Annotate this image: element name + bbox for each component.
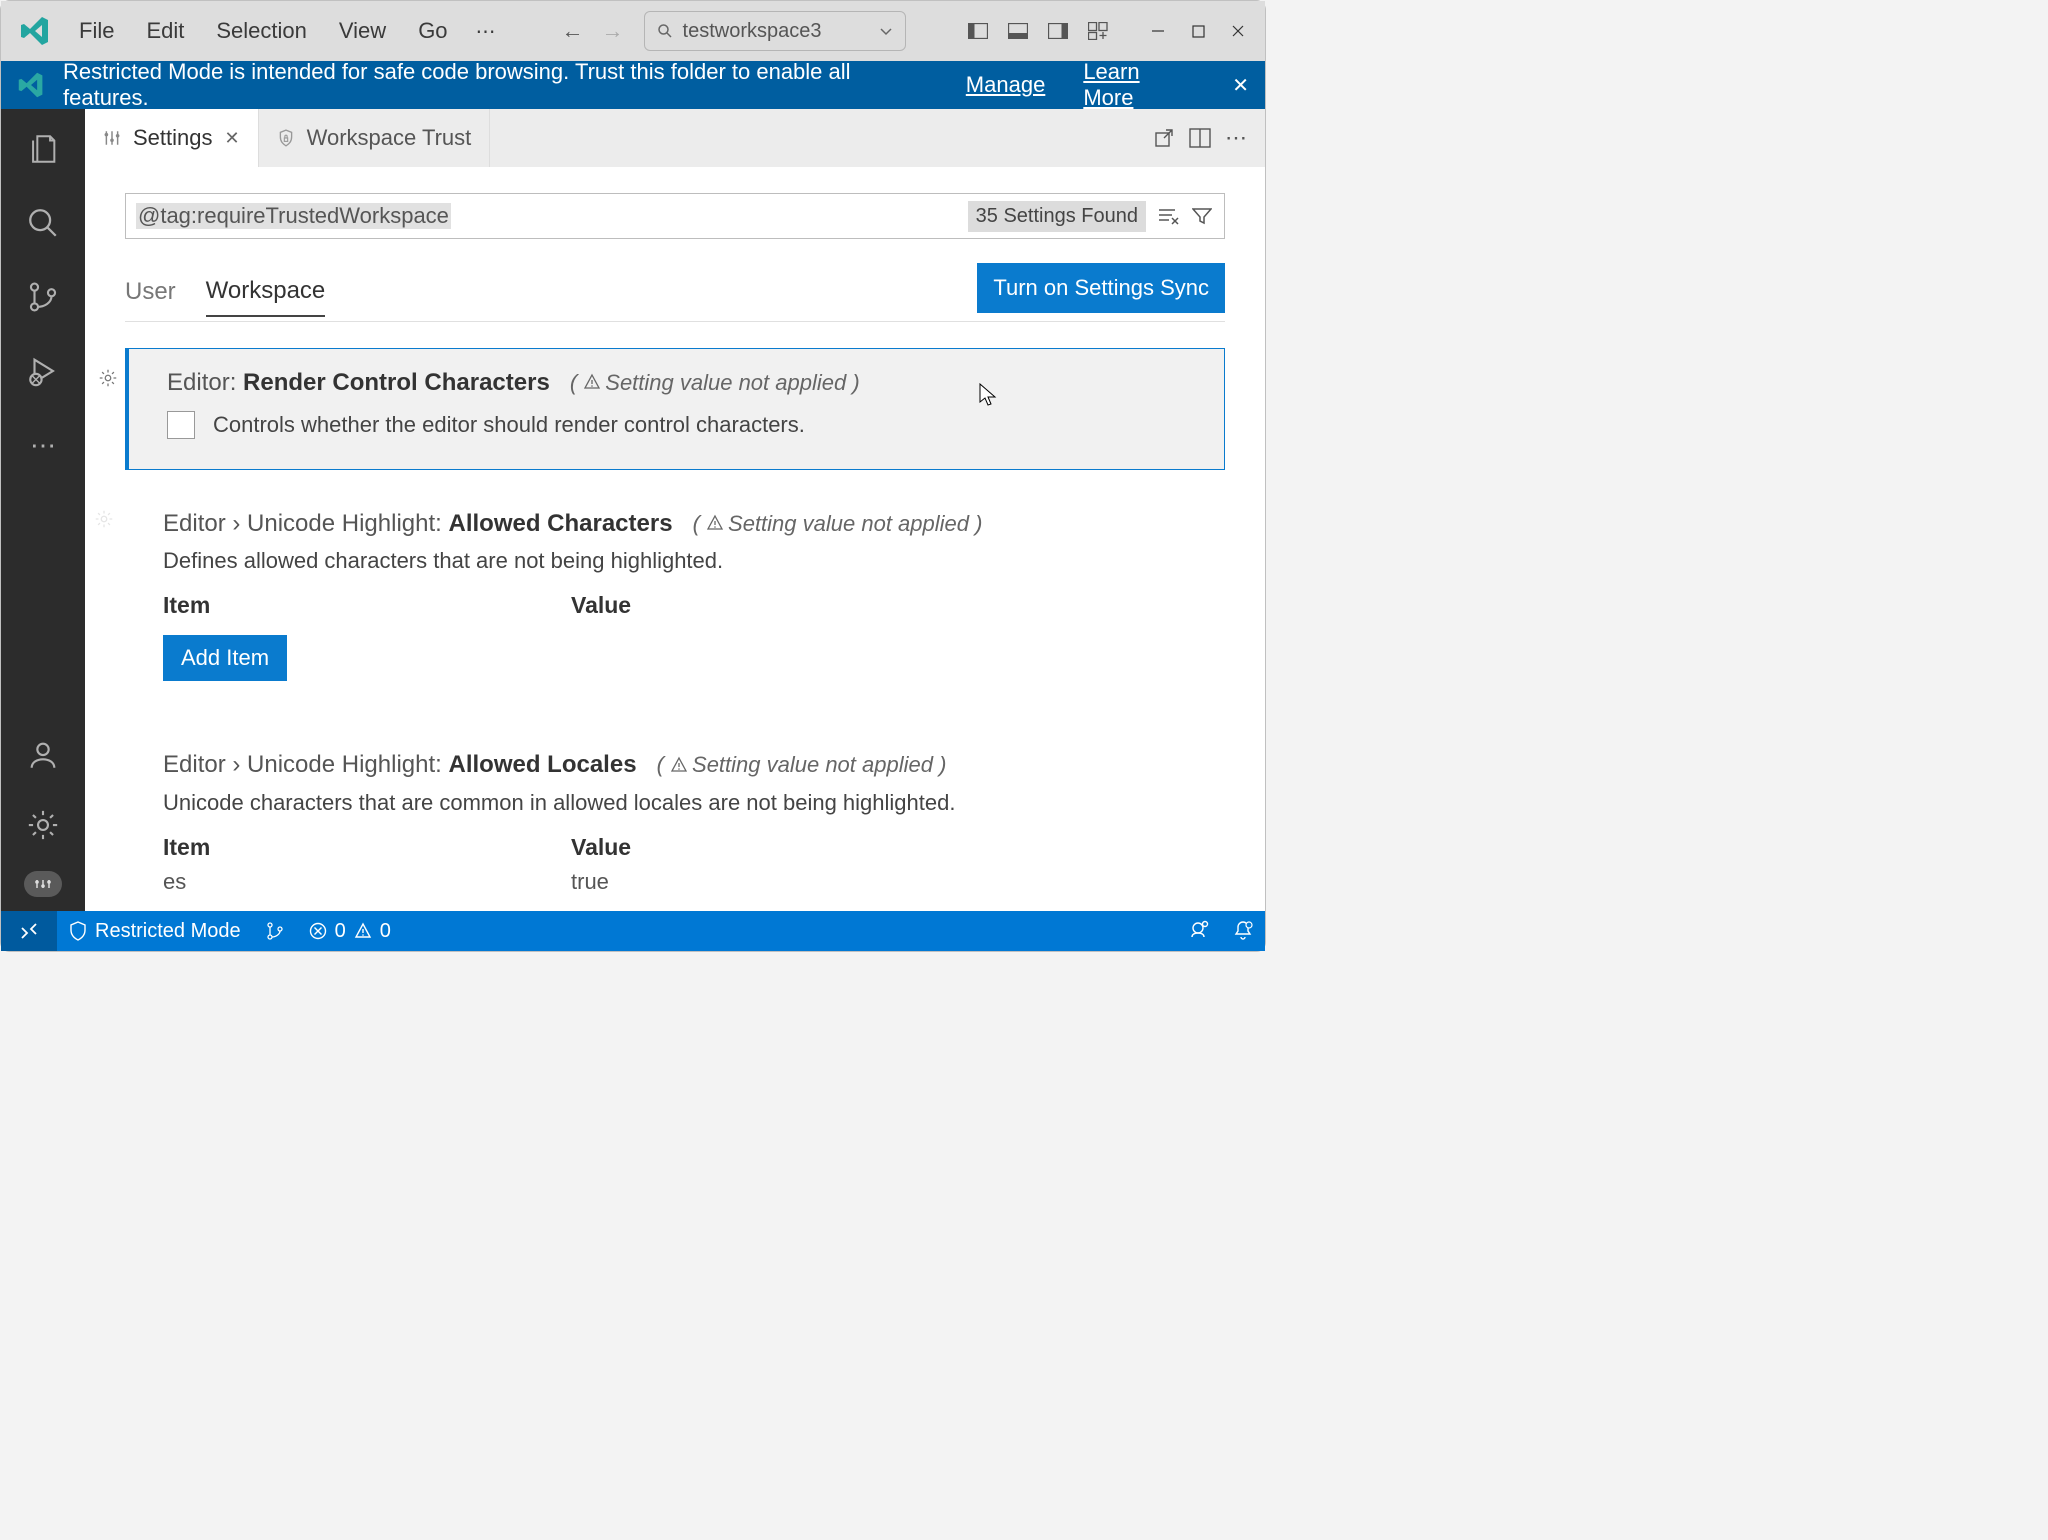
settings-search-input[interactable]: @tag:requireTrustedWorkspace 35 Settings… — [125, 193, 1225, 239]
row-item: es — [163, 869, 571, 895]
shield-tab-icon — [277, 129, 295, 147]
menu-edit[interactable]: Edit — [132, 12, 198, 50]
setting-allowed-characters[interactable]: Editor › Unicode Highlight: Allowed Char… — [125, 490, 1225, 711]
setting-description: Controls whether the editor should rende… — [213, 412, 805, 438]
vscode-logo-icon — [19, 15, 51, 47]
menu-go[interactable]: Go — [404, 12, 461, 50]
setting-name: Render Control Characters — [243, 369, 550, 396]
menu-selection[interactable]: Selection — [202, 12, 321, 50]
menu-more-icon[interactable]: ⋯ — [466, 13, 506, 50]
gear-icon[interactable] — [19, 801, 67, 849]
command-center-text: testworkspace3 — [683, 20, 822, 43]
restricted-mode-banner: Restricted Mode is intended for safe cod… — [1, 61, 1265, 109]
customize-layout-icon[interactable] — [1079, 12, 1117, 50]
split-editor-icon[interactable] — [1189, 128, 1211, 148]
editor-tab-bar: Settings ✕ Workspace Trust ⋯ — [85, 109, 1265, 167]
status-restricted-mode[interactable]: Restricted Mode — [57, 911, 253, 951]
status-notifications-icon[interactable] — [1221, 920, 1265, 942]
nav-forward-icon: → — [598, 18, 628, 44]
tab-label: Settings — [133, 125, 213, 151]
banner-close-icon[interactable]: ✕ — [1232, 73, 1249, 98]
banner-manage-link[interactable]: Manage — [966, 72, 1046, 98]
tab-more-icon[interactable]: ⋯ — [1225, 125, 1247, 151]
explorer-icon[interactable] — [19, 125, 67, 173]
not-applied-label: Setting value not applied — [728, 511, 969, 536]
window-minimize-icon[interactable] — [1139, 12, 1177, 50]
setting-description: Unicode characters that are common in al… — [163, 790, 1201, 816]
nav-back-icon[interactable]: ← — [558, 18, 588, 44]
status-bar: Restricted Mode 0 0 — [1, 911, 1265, 951]
layout-panel-icon[interactable] — [999, 12, 1037, 50]
settings-search-field[interactable] — [461, 203, 958, 229]
close-tab-icon[interactable]: ✕ — [225, 128, 240, 149]
settings-tab-icon — [103, 129, 121, 147]
table-row[interactable]: es true — [163, 869, 1201, 895]
window-maximize-icon[interactable] — [1179, 12, 1217, 50]
search-icon[interactable] — [19, 199, 67, 247]
account-icon[interactable] — [19, 731, 67, 779]
column-value: Value — [571, 834, 631, 861]
window-close-icon[interactable] — [1219, 12, 1257, 50]
setting-gear-icon[interactable] — [93, 508, 115, 530]
setting-category: Editor › Unicode Highlight: — [163, 751, 442, 778]
setting-name: Allowed Locales — [448, 751, 636, 778]
title-bar: File Edit Selection View Go ⋯ ← → testwo… — [1, 1, 1265, 61]
command-center[interactable]: testworkspace3 — [644, 11, 906, 51]
source-control-icon[interactable] — [19, 273, 67, 321]
tab-settings[interactable]: Settings ✕ — [85, 109, 259, 167]
status-source-control[interactable] — [253, 911, 297, 951]
setting-name: Allowed Characters — [448, 510, 672, 537]
run-debug-icon[interactable] — [19, 347, 67, 395]
error-count: 0 — [335, 920, 346, 943]
setting-checkbox[interactable] — [167, 411, 195, 439]
open-in-new-icon[interactable] — [1153, 127, 1175, 149]
tab-workspace-trust[interactable]: Workspace Trust — [259, 109, 491, 167]
settings-toggle-icon[interactable] — [24, 871, 62, 897]
remote-indicator-icon[interactable] — [1, 911, 57, 951]
settings-scope-tabs: User Workspace Turn on Settings Sync — [125, 263, 1225, 322]
banner-learn-more-link[interactable]: Learn More — [1083, 59, 1194, 111]
layout-sidebar-right-icon[interactable] — [1039, 12, 1077, 50]
setting-render-control-characters[interactable]: Editor: Render Control Characters ( Sett… — [125, 348, 1225, 470]
warning-count: 0 — [380, 920, 391, 943]
row-value: true — [571, 869, 609, 895]
setting-allowed-locales[interactable]: Editor › Unicode Highlight: Allowed Loca… — [125, 731, 1225, 911]
clear-search-icon[interactable] — [1156, 204, 1180, 228]
column-item: Item — [163, 834, 571, 861]
menu-file[interactable]: File — [65, 12, 128, 50]
shield-icon — [17, 71, 45, 99]
status-problems[interactable]: 0 0 — [297, 911, 403, 951]
setting-description: Defines allowed characters that are not … — [163, 548, 1201, 574]
setting-category: Editor: — [167, 369, 236, 396]
menu-view[interactable]: View — [325, 12, 400, 50]
not-applied-label: Setting value not applied — [692, 752, 933, 777]
restricted-label: Restricted Mode — [95, 920, 241, 943]
tab-label: Workspace Trust — [307, 125, 472, 151]
more-views-icon[interactable]: ⋯ — [19, 421, 67, 469]
add-item-button[interactable]: Add Item — [163, 635, 287, 681]
status-feedback-icon[interactable] — [1175, 920, 1221, 940]
filter-icon[interactable] — [1190, 204, 1214, 228]
layout-sidebar-left-icon[interactable] — [959, 12, 997, 50]
setting-gear-icon[interactable] — [97, 367, 119, 389]
column-item: Item — [163, 592, 571, 619]
settings-sync-button[interactable]: Turn on Settings Sync — [977, 263, 1225, 313]
settings-found-count: 35 Settings Found — [968, 201, 1146, 232]
scope-user-tab[interactable]: User — [125, 268, 176, 316]
settings-editor: @tag:requireTrustedWorkspace 35 Settings… — [85, 167, 1265, 911]
search-input-value: @tag:requireTrustedWorkspace — [136, 203, 451, 229]
activity-bar: ⋯ — [1, 109, 85, 911]
scope-workspace-tab[interactable]: Workspace — [206, 267, 326, 317]
banner-message: Restricted Mode is intended for safe cod… — [63, 59, 930, 111]
column-value: Value — [571, 592, 631, 619]
setting-category: Editor › Unicode Highlight: — [163, 510, 442, 537]
not-applied-label: Setting value not applied — [605, 370, 846, 395]
